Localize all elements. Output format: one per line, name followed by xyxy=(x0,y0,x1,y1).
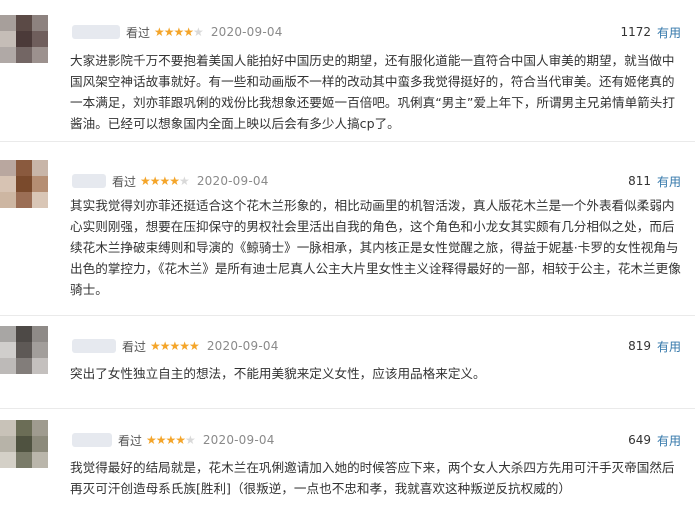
star-empty-icon: ★ xyxy=(185,433,196,447)
star-icon: ★★★★ xyxy=(140,174,180,188)
divider xyxy=(0,141,695,142)
vote-count: 819 xyxy=(628,339,651,353)
username-redacted xyxy=(72,25,120,39)
username-redacted xyxy=(72,433,112,447)
review-date: 2020-09-04 xyxy=(196,174,269,188)
star-icon: ★★★★★ xyxy=(150,339,200,353)
avatar[interactable] xyxy=(0,160,48,208)
vote-count: 811 xyxy=(628,174,651,188)
watched-label: 看过 xyxy=(126,25,151,40)
avatar[interactable] xyxy=(0,420,48,468)
review-date: 2020-09-04 xyxy=(202,433,275,447)
useful-button[interactable]: 有用 xyxy=(657,432,681,449)
divider xyxy=(0,315,695,316)
watched-label: 看过 xyxy=(122,339,147,354)
review-content: 大家进影院千万不要抱着美国人能拍好中国历史的期望，还有服化道能一直符合中国人审美… xyxy=(70,53,675,131)
watched-label: 看过 xyxy=(118,433,143,448)
rating-stars: ★★★★★ xyxy=(150,339,200,353)
review-content: 我觉得最好的结局就是，花木兰在巩俐邀请加入她的时候答应下来，两个女人大杀四方先用… xyxy=(70,460,675,496)
star-empty-icon: ★ xyxy=(193,25,204,39)
useful-button[interactable]: 有用 xyxy=(657,338,681,355)
star-icon: ★★★★ xyxy=(154,25,194,39)
rating-stars: ★★★★★ xyxy=(146,433,196,447)
vote-count: 649 xyxy=(628,433,651,447)
rating-stars: ★★★★★ xyxy=(140,174,190,188)
divider xyxy=(0,408,695,409)
review-date: 2020-09-04 xyxy=(210,25,283,39)
star-empty-icon: ★ xyxy=(179,174,190,188)
rating-stars: ★★★★★ xyxy=(154,25,204,39)
review-content: 突出了女性独立自主的想法，不能用美貌来定义女性，应该用品格来定义。 xyxy=(70,366,486,381)
username-redacted xyxy=(72,339,116,353)
avatar[interactable] xyxy=(0,15,48,63)
watched-label: 看过 xyxy=(112,174,137,189)
useful-button[interactable]: 有用 xyxy=(657,173,681,190)
vote-count: 1172 xyxy=(620,25,651,39)
username-redacted xyxy=(72,174,106,188)
star-icon: ★★★★ xyxy=(146,433,186,447)
useful-button[interactable]: 有用 xyxy=(657,24,681,41)
review-content: 其实我觉得刘亦菲还挺适合这个花木兰形象的，相比动画里的机智活泼，真人版花木兰是一… xyxy=(70,198,681,297)
review-date: 2020-09-04 xyxy=(206,339,279,353)
avatar[interactable] xyxy=(0,326,48,374)
